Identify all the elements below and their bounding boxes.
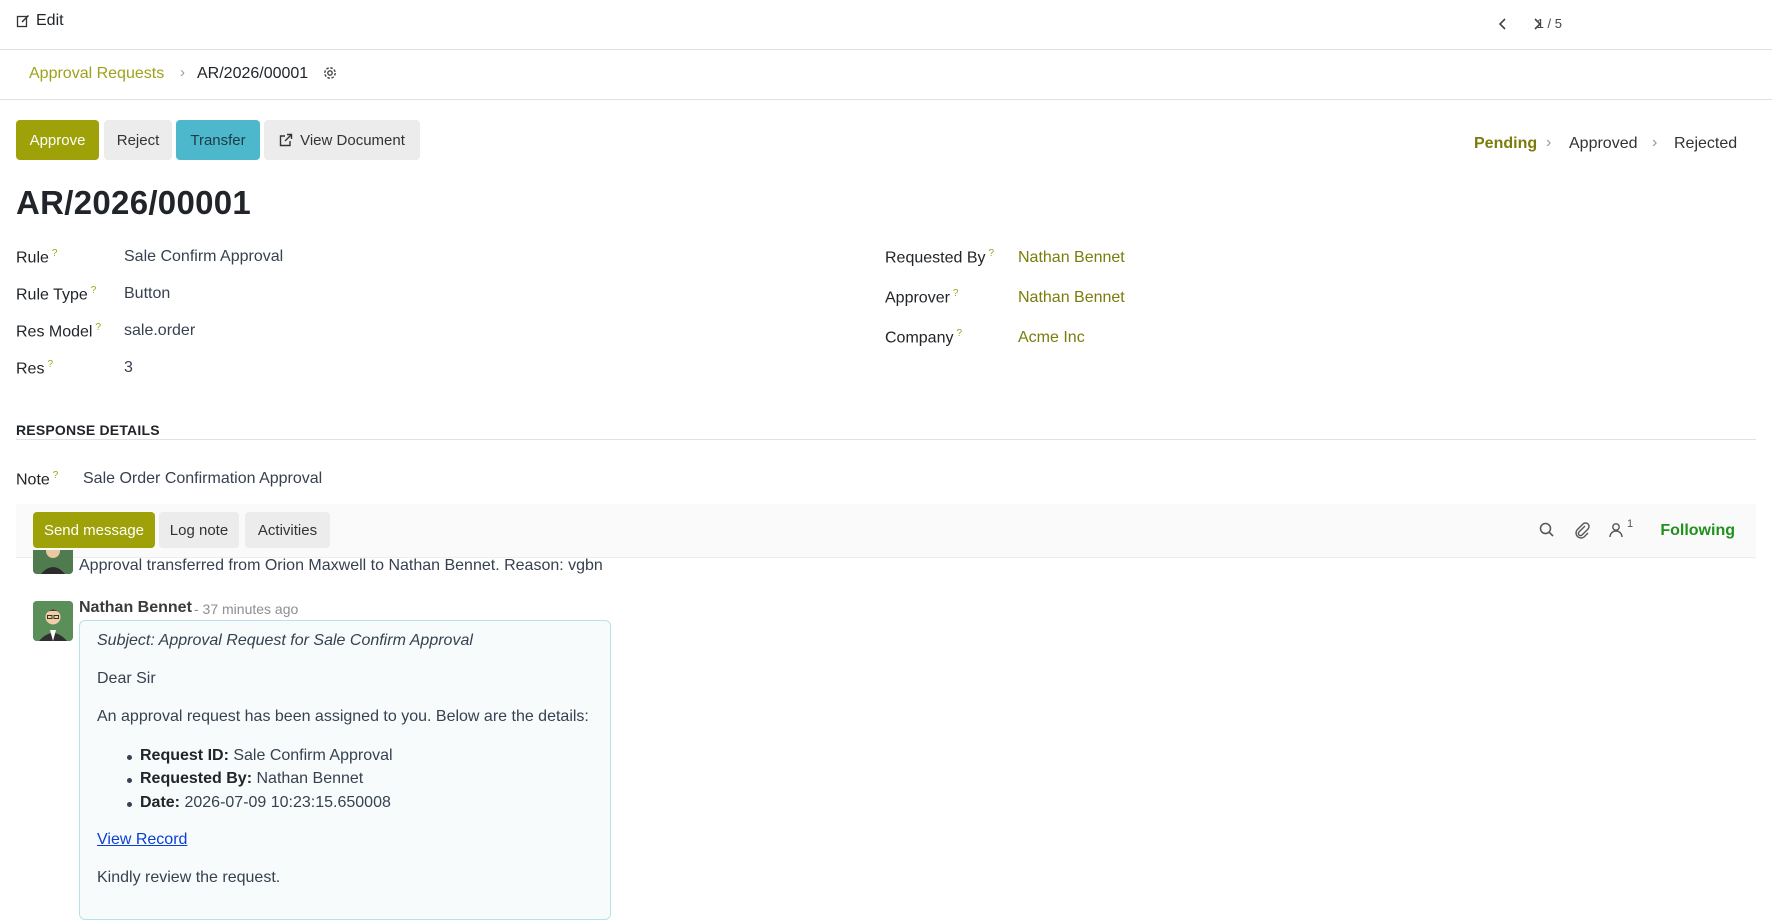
log-note-button[interactable]: Log note	[159, 512, 239, 548]
search-icon[interactable]	[1538, 521, 1556, 539]
view-record-link[interactable]: View Record	[97, 831, 187, 849]
list-item: Date: 2026-07-09 10:23:15.650008	[127, 794, 391, 811]
help-icon[interactable]: ?	[91, 285, 97, 296]
field-value-rule-type: Button	[124, 285, 171, 302]
view-document-button[interactable]: View Document	[264, 120, 420, 160]
breadcrumb-separator-icon: ›	[180, 64, 185, 81]
status-pending[interactable]: Pending	[1474, 135, 1537, 153]
field-label-rule: Rule?	[16, 248, 58, 267]
gear-icon[interactable]	[322, 65, 338, 81]
avatar-image-icon	[33, 601, 73, 641]
status-rejected[interactable]: Rejected	[1674, 135, 1737, 153]
edit-icon	[16, 14, 30, 28]
activities-button[interactable]: Activities	[245, 512, 330, 548]
field-label-note: Note?	[16, 470, 59, 489]
field-label-res: Res?	[16, 359, 54, 378]
field-value-company[interactable]: Acme Inc	[1018, 329, 1085, 347]
approve-button[interactable]: Approve	[16, 120, 99, 160]
message-tracking-text: Approval transferred from Orion Maxwell …	[79, 557, 603, 574]
section-divider	[16, 439, 1756, 440]
view-document-label: View Document	[300, 131, 405, 149]
followers-count: 1	[1627, 518, 1634, 530]
breadcrumb: Approval Requests › AR/2026/00001	[0, 50, 1772, 100]
field-label-requested-by: Requested By?	[885, 248, 995, 267]
avatar[interactable]	[33, 601, 73, 641]
field-value-res: 3	[124, 359, 133, 376]
help-icon[interactable]: ?	[989, 248, 995, 259]
breadcrumb-current: AR/2026/00001	[197, 65, 309, 82]
field-value-requested-by[interactable]: Nathan Bennet	[1018, 249, 1125, 267]
pager-next-button[interactable]	[1526, 13, 1548, 35]
help-icon[interactable]: ?	[52, 248, 58, 259]
control-panel-top: Edit 1 / 5	[0, 0, 1772, 50]
field-value-res-model: sale.order	[124, 322, 196, 339]
field-value-note[interactable]: Sale Order Confirmation Approval	[83, 470, 322, 488]
status-approved[interactable]: Approved	[1569, 135, 1638, 153]
field-label-approver: Approver?	[885, 288, 959, 307]
help-icon[interactable]: ?	[953, 288, 959, 299]
status-separator-icon: ›	[1546, 134, 1552, 151]
field-label-company: Company?	[885, 328, 963, 347]
chevron-right-icon	[1534, 18, 1542, 30]
help-icon[interactable]: ?	[956, 328, 962, 339]
pager-previous-button[interactable]	[1492, 13, 1514, 35]
chevron-left-icon	[1498, 18, 1506, 30]
message-closing: Kindly review the request.	[97, 869, 281, 886]
paperclip-icon[interactable]	[1573, 521, 1591, 539]
help-icon[interactable]: ?	[47, 359, 53, 370]
field-value-approver[interactable]: Nathan Bennet	[1018, 289, 1125, 307]
send-message-button[interactable]: Send message	[33, 512, 155, 548]
list-item: Request ID: Sale Confirm Approval	[127, 747, 393, 764]
message-author[interactable]: Nathan Bennet	[79, 599, 192, 617]
transfer-button[interactable]: Transfer	[176, 120, 260, 160]
list-item: Requested By: Nathan Bennet	[126, 770, 364, 787]
status-separator-icon: ›	[1652, 134, 1658, 151]
field-value-rule: Sale Confirm Approval	[124, 248, 284, 265]
message-greeting: Dear Sir	[97, 670, 156, 687]
help-icon[interactable]: ?	[53, 470, 59, 481]
field-label-res-model: Res Model?	[16, 322, 102, 341]
edit-button[interactable]: Edit	[16, 12, 64, 30]
followers-icon[interactable]	[1607, 521, 1625, 539]
help-icon[interactable]: ?	[95, 322, 101, 333]
external-link-icon	[279, 133, 293, 147]
breadcrumb-parent-link[interactable]: Approval Requests	[29, 65, 164, 83]
edit-label: Edit	[36, 12, 64, 29]
following-button[interactable]: Following	[1660, 522, 1735, 540]
message-intro: An approval request has been assigned to…	[97, 708, 589, 725]
reject-button[interactable]: Reject	[104, 120, 172, 160]
message-time: - 37 minutes ago	[194, 601, 299, 617]
record-title: AR/2026/00001	[16, 184, 252, 221]
message-subject: Subject: Approval Request for Sale Confi…	[97, 632, 473, 649]
field-label-rule-type: Rule Type?	[16, 285, 97, 304]
section-title-response-details: RESPONSE DETAILS	[16, 422, 160, 438]
